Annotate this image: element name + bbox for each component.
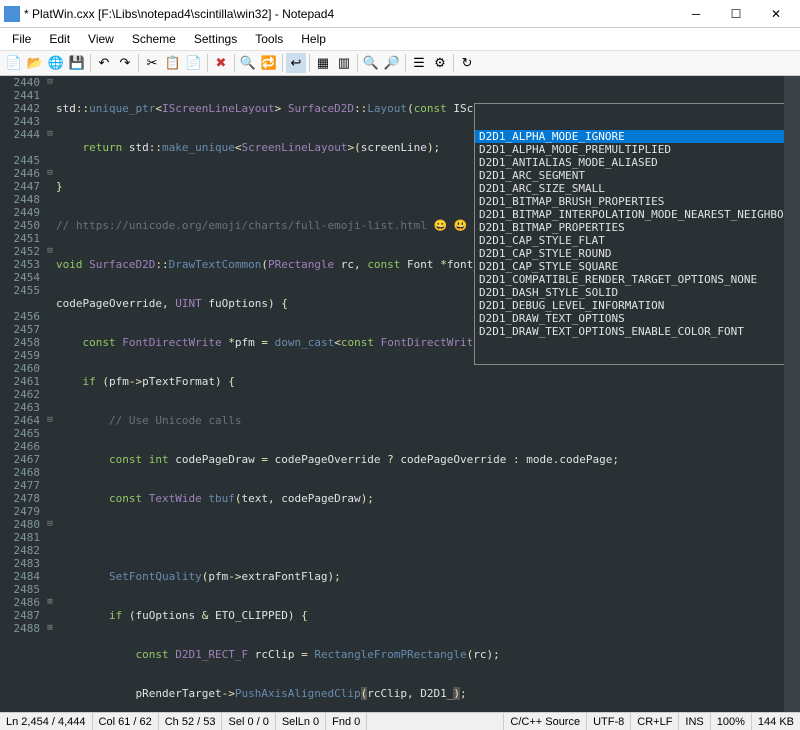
toggle-icon[interactable]: ▦ bbox=[313, 53, 333, 73]
autocomplete-item[interactable]: D2D1_DEBUG_LEVEL_INFORMATION bbox=[475, 299, 784, 312]
find-icon[interactable]: ✖ bbox=[211, 53, 231, 73]
status-zoom[interactable]: 100% bbox=[711, 713, 752, 730]
titlebar: * PlatWin.cxx [F:\Libs\notepad4\scintill… bbox=[0, 0, 800, 28]
status-find[interactable]: Fnd 0 bbox=[326, 713, 367, 730]
autocomplete-item[interactable]: D2D1_ARC_SIZE_SMALL bbox=[475, 182, 784, 195]
menu-help[interactable]: Help bbox=[293, 30, 334, 48]
replace-icon[interactable]: 🔁 bbox=[259, 53, 279, 73]
paste-icon[interactable]: 📄 bbox=[184, 53, 204, 73]
editor-vertical-scrollbar[interactable] bbox=[784, 76, 800, 712]
menu-scheme[interactable]: Scheme bbox=[124, 30, 184, 48]
separator bbox=[138, 54, 139, 72]
save-icon[interactable]: 💾 bbox=[67, 53, 87, 73]
status-spacer bbox=[367, 713, 504, 730]
autocomplete-item[interactable]: D2D1_BITMAP_BRUSH_PROPERTIES bbox=[475, 195, 784, 208]
menu-edit[interactable]: Edit bbox=[41, 30, 78, 48]
redo-icon[interactable]: ↷ bbox=[115, 53, 135, 73]
wordwrap-icon[interactable]: ↩ bbox=[286, 53, 306, 73]
autocomplete-item[interactable]: D2D1_BITMAP_PROPERTIES bbox=[475, 221, 784, 234]
undo-icon[interactable]: ↶ bbox=[94, 53, 114, 73]
code-view[interactable]: std::unique_ptr<IScreenLineLayout> Surfa… bbox=[56, 76, 784, 712]
autocomplete-item[interactable]: D2D1_ARC_SEGMENT bbox=[475, 169, 784, 182]
autocomplete-popup[interactable]: D2D1_ALPHA_MODE_IGNORED2D1_ALPHA_MODE_PR… bbox=[474, 103, 784, 365]
scheme-icon[interactable]: ☰ bbox=[409, 53, 429, 73]
window-title: * PlatWin.cxx [F:\Libs\notepad4\scintill… bbox=[24, 7, 676, 21]
zoomin-icon[interactable]: 🔍 bbox=[361, 53, 381, 73]
autocomplete-item[interactable]: D2D1_CAP_STYLE_SQUARE bbox=[475, 260, 784, 273]
line-number-gutter: 2440244124422443244424452446244724482449… bbox=[0, 76, 44, 712]
status-eol[interactable]: CR+LF bbox=[631, 713, 679, 730]
zoomout-icon[interactable]: 🔎 bbox=[382, 53, 402, 73]
menu-view[interactable]: View bbox=[80, 30, 122, 48]
separator bbox=[90, 54, 91, 72]
cut-icon[interactable]: ✂ bbox=[142, 53, 162, 73]
app-icon bbox=[4, 6, 20, 22]
autocomplete-item[interactable]: D2D1_DRAW_TEXT_OPTIONS bbox=[475, 312, 784, 325]
menu-tools[interactable]: Tools bbox=[247, 30, 291, 48]
close-button[interactable]: ✕ bbox=[756, 0, 796, 28]
autocomplete-item[interactable]: D2D1_BITMAP_INTERPOLATION_MODE_NEAREST_N… bbox=[475, 208, 784, 221]
maximize-button[interactable]: ☐ bbox=[716, 0, 756, 28]
status-sel[interactable]: Sel 0 / 0 bbox=[222, 713, 275, 730]
editor-area[interactable]: 2440244124422443244424452446244724482449… bbox=[0, 76, 800, 712]
status-size[interactable]: 144 KB bbox=[752, 713, 800, 730]
browse-icon[interactable]: 🌐 bbox=[46, 53, 66, 73]
autocomplete-item[interactable]: D2D1_ANTIALIAS_MODE_ALIASED bbox=[475, 156, 784, 169]
status-ins[interactable]: INS bbox=[679, 713, 710, 730]
autocomplete-item[interactable]: D2D1_ALPHA_MODE_IGNORE bbox=[475, 130, 784, 143]
status-lang[interactable]: C/C++ Source bbox=[504, 713, 587, 730]
minimize-button[interactable]: ─ bbox=[676, 0, 716, 28]
autocomplete-item[interactable]: D2D1_DASH_STYLE_SOLID bbox=[475, 286, 784, 299]
open-icon[interactable]: 📂 bbox=[25, 53, 45, 73]
status-col[interactable]: Col 61 / 62 bbox=[93, 713, 159, 730]
autocomplete-item[interactable]: D2D1_DRAW_TEXT_OPTIONS_ENABLE_COLOR_FONT bbox=[475, 325, 784, 338]
status-position[interactable]: Ln 2,454 / 4,444 bbox=[0, 713, 93, 730]
status-ch[interactable]: Ch 52 / 53 bbox=[159, 713, 223, 730]
separator bbox=[282, 54, 283, 72]
config-icon[interactable]: ⚙ bbox=[430, 53, 450, 73]
separator bbox=[309, 54, 310, 72]
autocomplete-item[interactable]: D2D1_CAP_STYLE_FLAT bbox=[475, 234, 784, 247]
menubar: File Edit View Scheme Settings Tools Hel… bbox=[0, 28, 800, 50]
separator bbox=[234, 54, 235, 72]
fold-column[interactable]: ⊟⊟⊟⊟⊟⊟⊞⊞ bbox=[44, 76, 56, 712]
search-icon[interactable]: 🔍 bbox=[238, 53, 258, 73]
separator bbox=[453, 54, 454, 72]
separator bbox=[405, 54, 406, 72]
autocomplete-item[interactable]: D2D1_COMPATIBLE_RENDER_TARGET_OPTIONS_NO… bbox=[475, 273, 784, 286]
statusbar: Ln 2,454 / 4,444 Col 61 / 62 Ch 52 / 53 … bbox=[0, 712, 800, 730]
status-selln[interactable]: SelLn 0 bbox=[276, 713, 326, 730]
separator bbox=[357, 54, 358, 72]
separator bbox=[207, 54, 208, 72]
new-icon[interactable]: 📄 bbox=[4, 53, 24, 73]
autocomplete-item[interactable]: D2D1_ALPHA_MODE_PREMULTIPLIED bbox=[475, 143, 784, 156]
menu-settings[interactable]: Settings bbox=[186, 30, 245, 48]
toolbar: 📄 📂 🌐 💾 ↶ ↷ ✂ 📋 📄 ✖ 🔍 🔁 ↩ ▦ ▥ 🔍 🔎 ☰ ⚙ ↻ bbox=[0, 50, 800, 76]
reload-icon[interactable]: ↻ bbox=[457, 53, 477, 73]
status-enc[interactable]: UTF-8 bbox=[587, 713, 631, 730]
copy-icon[interactable]: 📋 bbox=[163, 53, 183, 73]
autocomplete-item[interactable]: D2D1_CAP_STYLE_ROUND bbox=[475, 247, 784, 260]
toggle2-icon[interactable]: ▥ bbox=[334, 53, 354, 73]
menu-file[interactable]: File bbox=[4, 30, 39, 48]
